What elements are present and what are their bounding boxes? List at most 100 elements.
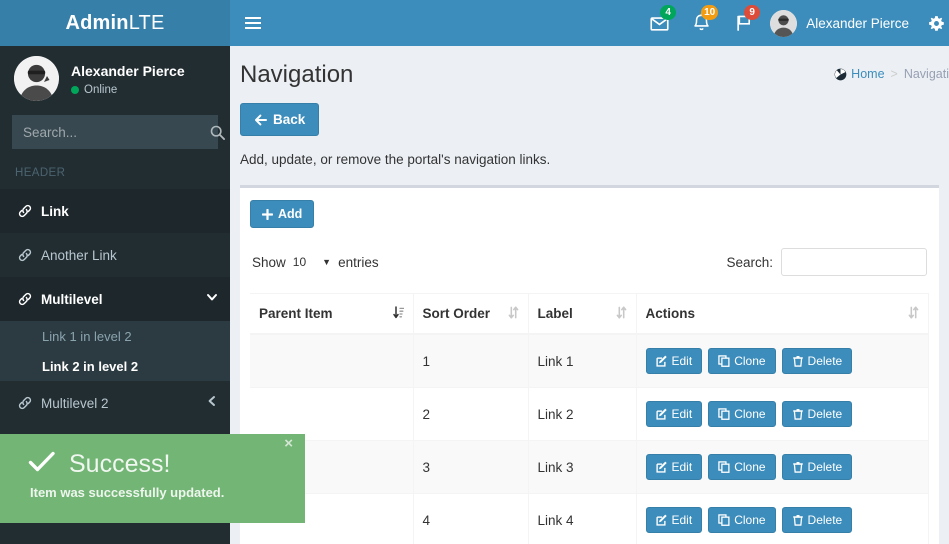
search-icon — [210, 125, 225, 140]
delete-button[interactable]: Delete — [781, 507, 853, 533]
table-search-control: Search: — [726, 248, 927, 276]
cell-label: Link 1 — [528, 333, 637, 388]
cell-sort-order: 4 — [413, 493, 529, 544]
link-icon — [18, 292, 32, 306]
edit-button-label: Edit — [671, 513, 693, 527]
sidebar-search-form — [12, 115, 225, 149]
sidebar-subitem-link-1[interactable]: Link 1 in level 2 — [0, 321, 230, 351]
delete-button-label: Delete — [807, 513, 843, 527]
chevron-down-icon — [206, 290, 218, 308]
app-logo[interactable]: Admin LTE — [0, 0, 230, 46]
toast-title: Success! — [69, 450, 171, 478]
messages-menu-button[interactable]: 4 — [638, 0, 680, 46]
toast-title-row: Success! — [28, 450, 291, 479]
column-header-label: Label — [537, 306, 573, 321]
bars-icon-line — [245, 27, 261, 29]
sidebar-user-status-label: Online — [84, 84, 118, 96]
toast-close-button[interactable]: × — [284, 435, 293, 452]
column-header-parent-item[interactable]: Parent Item — [250, 293, 414, 335]
clone-button[interactable]: Clone — [708, 348, 776, 374]
dashboard-icon — [834, 68, 847, 80]
table-search-input[interactable] — [781, 248, 927, 276]
sort-amount-asc-icon — [392, 305, 404, 322]
add-button[interactable]: Add — [250, 200, 315, 228]
edit-button[interactable]: Edit — [645, 348, 703, 374]
sidebar-item-label: Another Link — [41, 247, 117, 263]
cell-actions: Edit Clone Delete — [636, 387, 929, 441]
breadcrumb-home-link[interactable]: Home — [834, 67, 885, 81]
pencil-square-icon — [655, 355, 667, 367]
table-row: 4 Link 4 Edit Clone Delete — [250, 493, 929, 544]
clone-button-label: Clone — [734, 354, 766, 368]
sidebar-subitem-link-2[interactable]: Link 2 in level 2 — [0, 351, 230, 381]
sidebar-user-status: Online — [71, 84, 185, 96]
notifications-menu-button[interactable]: 10 — [680, 0, 722, 46]
sidebar-item-link[interactable]: Link — [0, 189, 230, 233]
entries-select[interactable]: 10 ▼ — [293, 255, 331, 269]
cell-label: Link 2 — [528, 387, 637, 441]
trash-icon — [792, 409, 803, 420]
content-header: Navigation Home > Navigati — [230, 46, 949, 89]
breadcrumb-home-label: Home — [851, 67, 885, 81]
toast-content: × Success! Item was successfully updated… — [10, 434, 305, 521]
sidebar-item-another-link[interactable]: Another Link — [0, 233, 230, 277]
edit-button[interactable]: Edit — [645, 401, 703, 427]
delete-button-label: Delete — [807, 407, 843, 421]
sidebar-section-header: HEADER — [15, 167, 66, 179]
sort-icon — [908, 305, 919, 322]
sort-icon — [508, 305, 519, 322]
control-sidebar-toggle-button[interactable] — [919, 0, 949, 46]
delete-button[interactable]: Delete — [781, 401, 853, 427]
edit-button-label: Edit — [671, 460, 693, 474]
user-menu-button[interactable]: Alexander Pierce — [764, 0, 919, 46]
tasks-badge: 9 — [744, 5, 761, 20]
delete-button-label: Delete — [807, 460, 843, 474]
column-header-label-col[interactable]: Label — [528, 293, 637, 335]
cell-sort-order: 3 — [413, 440, 529, 494]
table-header: Parent Item Sort Order Label Actions — [250, 293, 929, 335]
link-icon — [18, 396, 32, 410]
breadcrumb-separator: > — [890, 67, 898, 81]
plus-icon — [262, 208, 273, 220]
edit-button[interactable]: Edit — [645, 507, 703, 533]
sidebar-submenu-multilevel: Link 1 in level 2 Link 2 in level 2 — [0, 321, 230, 381]
tasks-menu-button[interactable]: 9 — [722, 0, 764, 46]
delete-button[interactable]: Delete — [781, 454, 853, 480]
search-input[interactable] — [13, 124, 210, 140]
messages-badge: 4 — [660, 5, 677, 20]
top-navbar: 4 10 9 Alexander Pierce — [230, 0, 949, 46]
trash-icon — [792, 515, 803, 526]
sidebar-toggle-button[interactable] — [230, 0, 276, 46]
clone-button-label: Clone — [734, 513, 766, 527]
clone-button[interactable]: Clone — [708, 507, 776, 533]
back-button[interactable]: Back — [240, 103, 320, 136]
search-submit-button[interactable] — [210, 116, 225, 148]
table-body: 1 Link 1 Edit Clone Delete 2 Link 2 Edit… — [250, 333, 929, 544]
link-icon — [18, 204, 32, 218]
table-panel-body: Add Show 10 ▼ entries Search: Parent Ite… — [240, 188, 939, 544]
avatar — [14, 56, 59, 101]
avatar — [770, 9, 798, 37]
cell-label: Link 4 — [528, 493, 637, 544]
column-header-sort-order[interactable]: Sort Order — [413, 293, 529, 335]
sidebar-item-multilevel[interactable]: Multilevel — [0, 277, 230, 321]
column-header-actions[interactable]: Actions — [636, 293, 929, 335]
table-row: 3 Link 3 Edit Clone Delete — [250, 440, 929, 494]
sidebar-item-multilevel-2[interactable]: Multilevel 2 — [0, 381, 230, 425]
pencil-square-icon — [655, 514, 667, 526]
bars-icon-line — [245, 22, 261, 24]
clone-button[interactable]: Clone — [708, 401, 776, 427]
logo-bold-text: Admin — [65, 11, 129, 34]
sidebar-item-label: Multilevel 2 — [41, 395, 109, 411]
entries-length-control: Show 10 ▼ entries — [252, 255, 379, 270]
edit-button[interactable]: Edit — [645, 454, 703, 480]
delete-button[interactable]: Delete — [781, 348, 853, 374]
clone-button[interactable]: Clone — [708, 454, 776, 480]
cell-parent-item — [250, 387, 414, 441]
cell-sort-order: 2 — [413, 387, 529, 441]
entries-select-value: 10 — [292, 255, 307, 269]
sidebar-user-info: Alexander Pierce Online — [71, 61, 185, 96]
copy-icon — [718, 408, 730, 420]
column-header-label: Parent Item — [259, 306, 333, 321]
cell-actions: Edit Clone Delete — [636, 493, 929, 544]
